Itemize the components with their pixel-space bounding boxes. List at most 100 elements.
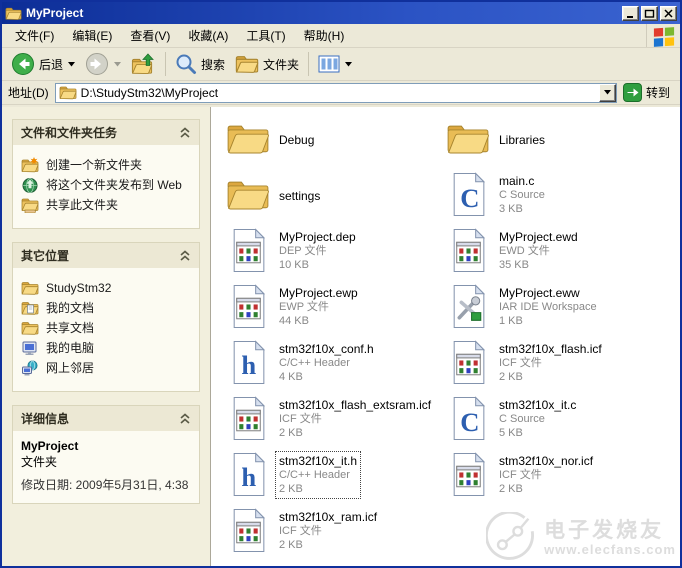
address-dropdown-button[interactable]	[598, 83, 616, 102]
config-file-icon	[225, 283, 271, 329]
back-label: 后退	[39, 57, 64, 72]
file-tile-flash-icf[interactable]: stm32f10x_flash.icf ICF 文件 2 KB	[445, 339, 667, 385]
close-button[interactable]	[660, 5, 677, 21]
go-arrow-icon	[622, 83, 642, 102]
address-folder-icon	[59, 86, 77, 100]
address-path[interactable]: D:\StudyStm32\MyProject	[77, 86, 599, 100]
place-studystm32[interactable]: StudyStm32	[21, 281, 191, 296]
shared-documents-icon	[21, 322, 39, 335]
file-tile-it-h-selected[interactable]: stm32f10x_it.h C/C++ Header 2 KB	[225, 451, 447, 499]
menu-file[interactable]: 文件(F)	[6, 24, 63, 47]
file-tile-nor-icf[interactable]: stm32f10x_nor.icf ICF 文件 2 KB	[445, 451, 667, 497]
folders-label: 文件夹	[263, 57, 300, 72]
title-bar: MyProject	[2, 2, 680, 24]
views-button[interactable]	[313, 52, 357, 76]
menu-help[interactable]: 帮助(H)	[295, 24, 354, 47]
sidebar: 文件和文件夹任务 创建一个新文件夹 将这个文件夹发布到 Web 共享此文件夹 其…	[2, 107, 210, 566]
config-file-icon	[445, 451, 491, 497]
task-share-folder[interactable]: 共享此文件夹	[21, 198, 191, 213]
up-button[interactable]	[126, 51, 161, 77]
task-new-folder[interactable]: 创建一个新文件夹	[21, 157, 191, 173]
task-label: 共享此文件夹	[46, 198, 119, 212]
folder-icon	[225, 115, 271, 161]
forward-icon	[86, 53, 109, 75]
address-combobox[interactable]: D:\StudyStm32\MyProject	[54, 82, 617, 103]
file-tile-debug[interactable]: Debug	[225, 115, 447, 161]
place-my-computer[interactable]: 我的电脑	[21, 341, 191, 356]
folder-icon	[445, 115, 491, 161]
toolbar: 后退 搜索 文件夹	[2, 48, 680, 81]
details-folder-type: 文件夹	[21, 455, 58, 469]
file-tile-conf-h[interactable]: stm32f10x_conf.h C/C++ Header 4 KB	[225, 339, 447, 385]
menu-tools[interactable]: 工具(T)	[237, 24, 294, 47]
views-dropdown-icon[interactable]	[345, 61, 353, 67]
place-label: 网上邻居	[46, 361, 95, 375]
maximize-button[interactable]	[641, 5, 658, 21]
file-tile-myproject-dep[interactable]: MyProject.dep DEP 文件 10 KB	[225, 227, 447, 273]
folder-icon	[225, 171, 271, 217]
place-shared-documents[interactable]: 共享文档	[21, 321, 191, 336]
task-publish-web[interactable]: 将这个文件夹发布到 Web	[21, 178, 191, 193]
collapse-chevron-icon[interactable]	[179, 127, 191, 138]
menu-edit[interactable]: 编辑(E)	[63, 24, 121, 47]
publish-web-icon	[22, 178, 38, 193]
address-label: 地址(D)	[8, 86, 49, 100]
file-tile-settings[interactable]: settings	[225, 171, 447, 217]
panel-details: 详细信息 MyProject 文件夹 修改日期: 2009年5月31日, 4:3…	[12, 405, 200, 504]
share-folder-icon	[21, 198, 39, 213]
collapse-chevron-icon[interactable]	[179, 250, 191, 261]
window-title: MyProject	[26, 6, 84, 20]
my-documents-icon	[21, 302, 39, 315]
place-network-places[interactable]: 网上邻居	[21, 360, 191, 376]
file-tile-flash-extsram-icf[interactable]: stm32f10x_flash_extsram.icf ICF 文件 2 KB	[225, 395, 447, 441]
place-my-documents[interactable]: 我的文档	[21, 301, 191, 316]
folder-icon	[21, 282, 39, 295]
file-tile-libraries[interactable]: Libraries	[445, 115, 667, 161]
back-dropdown-icon[interactable]	[68, 61, 76, 67]
config-file-icon	[445, 339, 491, 385]
collapse-chevron-icon[interactable]	[179, 413, 191, 424]
panel-other-places: 其它位置 StudyStm32 我的文档 共享文档 我的电脑 网上邻居	[12, 242, 200, 392]
back-button[interactable]: 后退	[6, 50, 80, 78]
file-tile-it-c[interactable]: stm32f10x_it.c C Source 5 KB	[445, 395, 667, 441]
panel-other-places-header[interactable]: 其它位置	[13, 243, 199, 268]
file-list-area[interactable]: Debug settings MyProject.dep DEP 文件 10 K…	[210, 107, 680, 566]
folders-icon	[235, 56, 259, 73]
window-folder-icon	[5, 7, 22, 20]
file-tile-main-c[interactable]: main.c C Source 3 KB	[445, 171, 667, 217]
forward-button[interactable]	[80, 50, 126, 78]
panel-other-places-title: 其它位置	[21, 249, 70, 263]
file-tile-myproject-eww[interactable]: MyProject.eww IAR IDE Workspace 1 KB	[445, 283, 667, 329]
menu-view[interactable]: 查看(V)	[121, 24, 179, 47]
panel-file-tasks: 文件和文件夹任务 创建一个新文件夹 将这个文件夹发布到 Web 共享此文件夹	[12, 119, 200, 229]
panel-details-header[interactable]: 详细信息	[13, 406, 199, 431]
file-tile-myproject-ewd[interactable]: MyProject.ewd EWD 文件 35 KB	[445, 227, 667, 273]
forward-dropdown-icon[interactable]	[114, 61, 122, 67]
config-file-icon	[445, 227, 491, 273]
panel-details-title: 详细信息	[21, 412, 70, 426]
details-modified: 修改日期: 2009年5月31日, 4:38	[21, 478, 189, 492]
network-places-icon	[22, 360, 38, 376]
file-tile-ram-icf[interactable]: stm32f10x_ram.icf ICF 文件 2 KB	[225, 507, 447, 553]
menu-favorites[interactable]: 收藏(A)	[179, 24, 237, 47]
search-button[interactable]: 搜索	[170, 51, 230, 77]
explorer-window: MyProject 文件(F) 编辑(E) 查看(V) 收藏(A) 工具(T) …	[0, 0, 682, 568]
config-file-icon	[225, 227, 271, 273]
new-folder-icon	[21, 157, 39, 173]
minimize-button[interactable]	[622, 5, 639, 21]
header-file-icon	[225, 339, 271, 385]
panel-file-tasks-header[interactable]: 文件和文件夹任务	[13, 120, 199, 145]
header-file-icon	[225, 451, 271, 497]
my-computer-icon	[22, 341, 37, 355]
search-icon	[176, 54, 197, 74]
place-label: StudyStm32	[46, 281, 112, 295]
folders-button[interactable]: 文件夹	[230, 52, 304, 76]
details-folder-name: MyProject	[21, 439, 79, 453]
c-source-icon	[445, 171, 491, 217]
place-label: 我的电脑	[46, 341, 95, 355]
workspace-tools-icon	[445, 283, 491, 329]
go-button[interactable]: 转到	[617, 83, 676, 102]
config-file-icon	[225, 507, 271, 553]
file-tile-myproject-ewp[interactable]: MyProject.ewp EWP 文件 44 KB	[225, 283, 447, 329]
panel-file-tasks-title: 文件和文件夹任务	[21, 126, 118, 140]
